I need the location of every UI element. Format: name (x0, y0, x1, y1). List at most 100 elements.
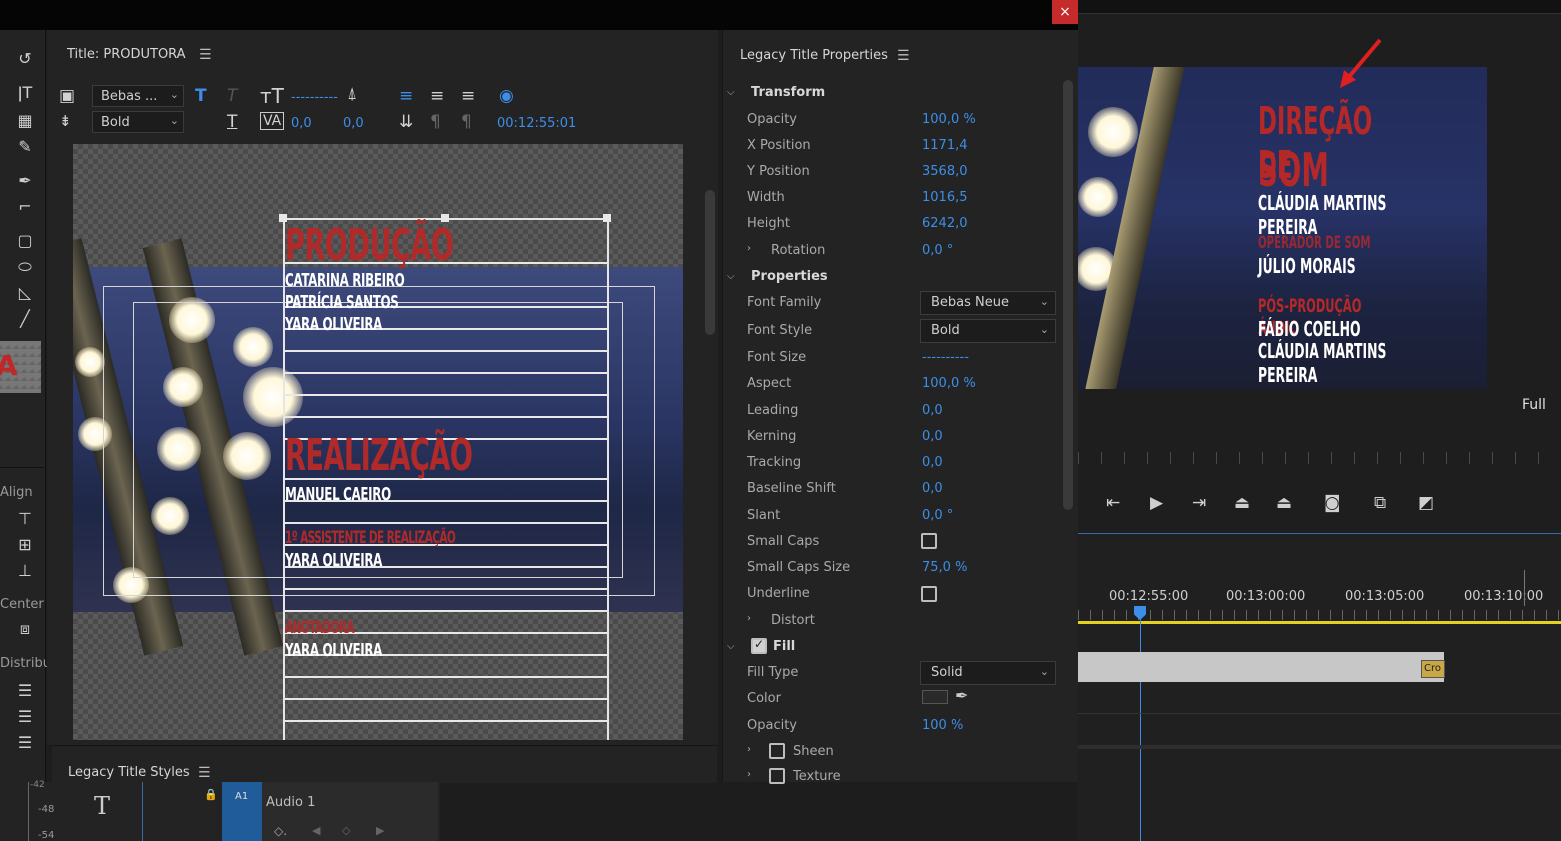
prop-fill-opacity-value[interactable]: 100 % (922, 718, 963, 733)
chevron-right-icon[interactable]: › (747, 243, 751, 254)
zoom-select[interactable]: Full (1522, 397, 1546, 413)
prop-font-size-value[interactable]: ---------- (922, 350, 969, 365)
chevron-right-icon[interactable]: › (747, 613, 751, 624)
title-panel-menu-icon[interactable]: ☰ (199, 47, 212, 63)
vertical-area-type-tool-icon[interactable]: ▦ (14, 110, 36, 132)
track-target-a1[interactable]: A1 (222, 782, 262, 841)
properties-scrollbar[interactable] (1063, 80, 1073, 510)
keyframe-icon[interactable]: ◇. (274, 824, 287, 838)
template-icon[interactable]: ▣ (59, 86, 75, 106)
properties-menu-icon[interactable]: ☰ (897, 48, 910, 64)
prop-leading-value[interactable]: 0,0 (922, 403, 943, 418)
lock-icon[interactable]: 🔒 (204, 788, 218, 801)
center-vertical-icon[interactable]: ⧈ (14, 618, 36, 640)
title-clip[interactable] (1078, 652, 1444, 682)
prop-tracking-value[interactable]: 0,0 (922, 455, 943, 470)
chevron-down-icon[interactable]: ⌵ (727, 641, 735, 652)
add-keyframe-icon[interactable]: ◇ (342, 824, 350, 837)
next-keyframe-icon[interactable]: ▶ (376, 824, 384, 837)
underline-checkbox[interactable] (921, 586, 937, 602)
baseline-value[interactable]: 0,0 (343, 116, 364, 131)
monitor-time-ruler[interactable] (1078, 452, 1561, 464)
paragraph-ltr-icon[interactable]: ¶ (430, 112, 441, 132)
chevron-down-icon[interactable]: ⌵ (727, 271, 735, 282)
prop-slant-value[interactable]: 0,0 ° (922, 508, 953, 523)
styles-tab[interactable]: Legacy Title Styles (68, 765, 190, 780)
distribute-top-icon[interactable]: ☰ (14, 680, 36, 702)
chevron-right-icon[interactable]: › (747, 744, 751, 755)
italic-icon[interactable]: T (227, 86, 237, 106)
prop-ypos-value[interactable]: 3568,0 (922, 164, 968, 179)
cross-dissolve-transition[interactable]: Cro (1421, 660, 1445, 678)
rounded-rectangle-tool-icon[interactable]: ▢ (14, 230, 36, 252)
distribute-bottom-icon[interactable]: ☰ (14, 732, 36, 754)
go-to-out-icon[interactable]: ⇥ (1192, 493, 1206, 513)
pen-tool-icon[interactable]: ✒ (14, 170, 36, 192)
prop-width-value[interactable]: 1016,5 (922, 190, 968, 205)
tab-align-icon[interactable]: ⇊ (399, 112, 413, 132)
align-center-icon[interactable]: ≡ (430, 86, 444, 106)
fill-type-select[interactable]: Solid ⌄ (920, 661, 1056, 685)
wedge-tool-icon[interactable]: ◺ (14, 282, 36, 304)
align-bottom-icon[interactable]: ⊥ (14, 560, 36, 582)
close-button[interactable]: × (1052, 0, 1078, 24)
program-monitor-frame[interactable]: DIREÇÃO DE SOM CLÁUDIA MARTINS PEREIRA O… (1078, 67, 1487, 389)
prop-xpos-value[interactable]: 1171,4 (922, 138, 968, 153)
chevron-right-icon[interactable]: › (747, 769, 751, 780)
sheen-checkbox[interactable] (769, 743, 785, 759)
align-top-icon[interactable]: ⊤ (14, 508, 36, 530)
rotate-tool-icon[interactable]: ↺ (14, 48, 36, 70)
properties-tab[interactable]: Legacy Title Properties (740, 48, 888, 63)
prev-keyframe-icon[interactable]: ◀ (312, 824, 320, 837)
eyedropper-icon[interactable]: ✒ (955, 686, 968, 705)
align-middle-icon[interactable]: ⊞ (14, 534, 36, 556)
fill-checkbox[interactable] (751, 637, 767, 654)
chevron-down-icon[interactable]: ⌵ (727, 87, 735, 98)
texture-checkbox[interactable] (769, 768, 785, 784)
timecode-value[interactable]: 00:12:55:01 (497, 116, 576, 131)
work-area-bar[interactable] (1078, 621, 1561, 624)
lift-icon[interactable]: ⏏ (1234, 493, 1250, 513)
title-tab[interactable]: Title: PRODUTORA (67, 47, 186, 62)
tab-stops-icon[interactable]: ⇟ (59, 112, 72, 130)
timeline-ruler[interactable] (1078, 610, 1561, 620)
font-style-dropdown[interactable]: Bold ⌄ (92, 111, 184, 133)
convert-anchor-tool-icon[interactable]: ⌐ (14, 196, 36, 218)
go-to-in-icon[interactable]: ⇤ (1106, 493, 1120, 513)
section-properties[interactable]: Properties (751, 269, 828, 284)
vertical-type-tool-icon[interactable]: ǀT (14, 82, 36, 104)
extract-icon[interactable]: ⏏ (1276, 493, 1292, 513)
styles-menu-icon[interactable]: ☰ (198, 765, 211, 781)
prop-opacity-value[interactable]: 100,0 % (922, 112, 976, 127)
prop-baseline-value[interactable]: 0,0 (922, 481, 943, 496)
color-swatch[interactable] (922, 690, 948, 704)
prop-small-caps-size-value[interactable]: 75,0 % (922, 560, 967, 575)
type-tool-icon[interactable]: T (94, 792, 110, 820)
distribute-middle-icon[interactable]: ☰ (14, 706, 36, 728)
small-caps-checkbox[interactable] (921, 533, 937, 549)
font-size-value[interactable]: ---------- (291, 90, 338, 105)
line-tool-icon[interactable]: ╱ (14, 308, 36, 330)
font-family-select[interactable]: Bebas Neue ⌄ (920, 291, 1056, 315)
prop-height-value[interactable]: 6242,0 (922, 216, 968, 231)
bold-icon[interactable]: T (195, 86, 207, 106)
paragraph-rtl-icon[interactable]: ¶ (461, 112, 472, 132)
title-canvas[interactable]: PRODUÇÃO CATARINA RIBEIRO PATRÍCIA SANTO… (73, 144, 683, 740)
font-family-dropdown[interactable]: Bebas ... ⌄ (92, 85, 184, 107)
export-frame-icon[interactable]: ◙ (1324, 493, 1341, 513)
section-fill[interactable]: Fill (773, 639, 795, 654)
vertical-scrollbar[interactable] (705, 190, 715, 335)
show-background-icon[interactable]: ◉ (499, 86, 514, 106)
underline-icon[interactable]: T (227, 112, 237, 132)
section-transform[interactable]: Transform (751, 85, 825, 100)
prop-rotation-value[interactable]: 0,0 ° (922, 243, 953, 258)
toggle-overlay-icon[interactable]: ◩ (1418, 493, 1434, 513)
prop-aspect-value[interactable]: 100,0 % (922, 376, 976, 391)
play-icon[interactable]: ▶ (1150, 493, 1163, 513)
path-type-tool-icon[interactable]: ✎ (14, 136, 36, 158)
kerning-value[interactable]: 0,0 (291, 116, 312, 131)
align-right-icon[interactable]: ≡ (461, 86, 475, 106)
prop-kerning-value[interactable]: 0,0 (922, 429, 943, 444)
ellipse-tool-icon[interactable]: ⬭ (14, 256, 36, 278)
comparison-view-icon[interactable]: ⧉ (1374, 493, 1386, 513)
